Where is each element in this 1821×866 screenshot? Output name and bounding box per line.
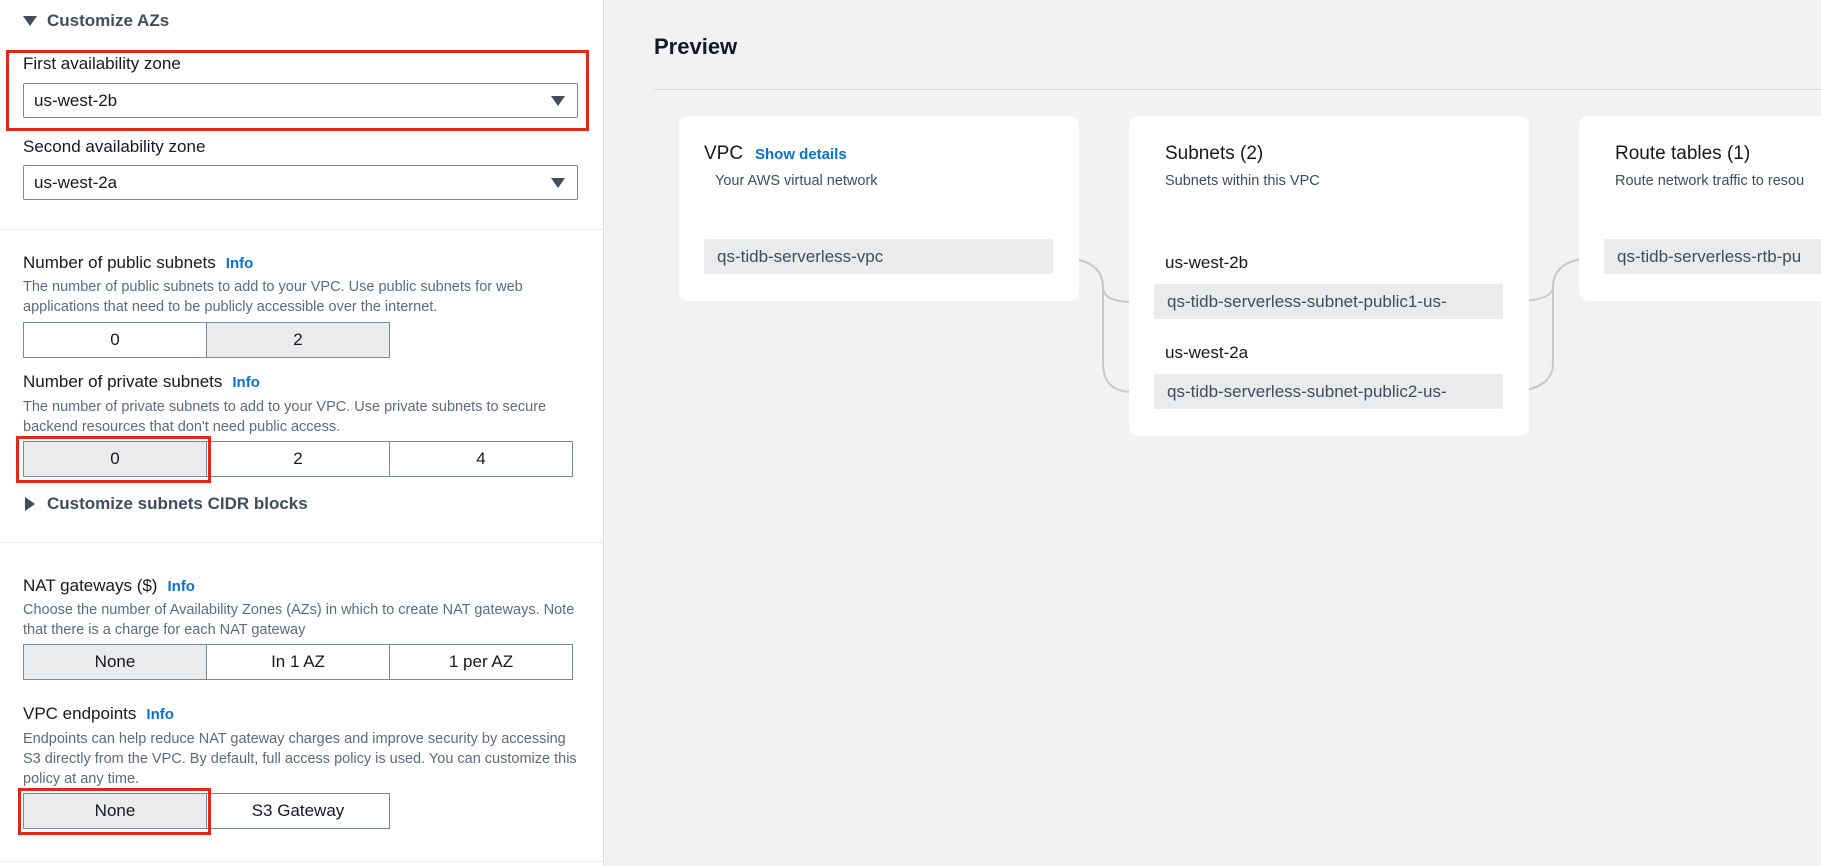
nat-gateways-title: NAT gateways ($) <box>23 576 158 595</box>
customize-azs-toggle[interactable]: Customize AZs <box>23 11 169 31</box>
dropdown-caret-icon <box>551 96 565 106</box>
nat-gateways-selector: None In 1 AZ 1 per AZ <box>23 644 573 680</box>
customize-cidr-label: Customize subnets CIDR blocks <box>47 494 308 513</box>
vpc-card: VPC Show details Your AWS virtual networ… <box>679 116 1079 301</box>
vpc-endpoints-label: VPC endpoints Info <box>23 704 174 724</box>
preview-panel: Preview VPC Show details Your AWS virtua… <box>605 0 1821 866</box>
first-az-label: First availability zone <box>23 54 181 73</box>
route-tables-card: Route tables (1) Route network traffic t… <box>1579 116 1821 301</box>
dropdown-caret-icon <box>551 178 565 188</box>
first-az-select[interactable]: us-west-2b <box>23 83 578 118</box>
private-subnets-title: Number of private subnets <box>23 372 223 391</box>
private-subnets-description: The number of private subnets to add to … <box>23 399 547 435</box>
route-tables-card-subtitle: Route network traffic to resou <box>1615 173 1805 189</box>
second-az-select[interactable]: us-west-2a <box>23 165 578 200</box>
subnets-card: Subnets (2) Subnets within this VPC us-w… <box>1129 116 1529 436</box>
nat-gateways-info-link[interactable]: Info <box>167 578 195 595</box>
private-subnets-label: Number of private subnets Info <box>23 372 260 392</box>
nat-gateways-option[interactable]: 1 per AZ <box>389 644 573 680</box>
public-subnets-info-link[interactable]: Info <box>226 255 254 272</box>
vpc-endpoints-option-selected[interactable]: None <box>23 793 207 829</box>
subnet-resource[interactable]: qs-tidb-serverless-subnet-public2-us- <box>1154 374 1503 409</box>
public-subnets-option-selected[interactable]: 2 <box>206 322 390 358</box>
nat-gateways-option-selected[interactable]: None <box>23 644 207 680</box>
vpc-endpoints-title: VPC endpoints <box>23 704 137 723</box>
vpc-endpoints-option[interactable]: S3 Gateway <box>206 793 390 829</box>
public-subnets-description: The number of public subnets to add to y… <box>23 279 523 315</box>
second-az-label: Second availability zone <box>23 137 206 156</box>
vpc-card-title: VPC <box>704 143 744 164</box>
vpc-endpoints-selector: None S3 Gateway <box>23 793 390 829</box>
first-az-value: us-west-2b <box>34 90 118 110</box>
public-subnets-selector: 0 2 <box>23 322 390 358</box>
private-subnets-option[interactable]: 2 <box>206 441 390 477</box>
section-divider <box>0 229 603 230</box>
vpc-endpoints-info-link[interactable]: Info <box>146 706 174 723</box>
show-details-link[interactable]: Show details <box>755 146 847 163</box>
customize-azs-label: Customize AZs <box>47 11 170 30</box>
vpc-resource[interactable]: qs-tidb-serverless-vpc <box>704 239 1053 274</box>
subnets-card-subtitle: Subnets within this VPC <box>1165 173 1320 189</box>
vpc-settings-panel: Customize AZs First availability zone us… <box>0 0 604 866</box>
section-divider <box>0 861 603 862</box>
section-divider <box>0 542 603 543</box>
public-subnets-option[interactable]: 0 <box>23 322 207 358</box>
subnet-az-label: us-west-2a <box>1165 343 1249 362</box>
vpc-endpoints-description: Endpoints can help reduce NAT gateway ch… <box>23 731 577 787</box>
preview-title: Preview <box>654 34 738 59</box>
preview-divider <box>654 89 1821 90</box>
caret-right-icon <box>25 497 35 511</box>
caret-down-icon <box>23 16 37 26</box>
public-subnets-title: Number of public subnets <box>23 253 216 272</box>
private-subnets-option-selected[interactable]: 0 <box>23 441 207 477</box>
second-az-value: us-west-2a <box>34 172 118 192</box>
subnets-card-title: Subnets (2) <box>1165 143 1264 164</box>
route-tables-card-title: Route tables (1) <box>1615 143 1751 164</box>
private-subnets-selector: 0 2 4 <box>23 441 573 477</box>
vpc-card-subtitle: Your AWS virtual network <box>715 173 878 189</box>
private-subnets-info-link[interactable]: Info <box>232 374 260 391</box>
private-subnets-option[interactable]: 4 <box>389 441 573 477</box>
nat-gateways-label: NAT gateways ($) Info <box>23 576 195 596</box>
customize-cidr-toggle[interactable]: Customize subnets CIDR blocks <box>25 494 308 514</box>
route-table-resource[interactable]: qs-tidb-serverless-rtb-pu <box>1604 239 1821 274</box>
nat-gateways-option[interactable]: In 1 AZ <box>206 644 390 680</box>
subnet-resource[interactable]: qs-tidb-serverless-subnet-public1-us- <box>1154 284 1503 319</box>
subnet-az-label: us-west-2b <box>1165 253 1249 272</box>
nat-gateways-description: Choose the number of Availability Zones … <box>23 602 575 638</box>
public-subnets-label: Number of public subnets Info <box>23 253 253 273</box>
